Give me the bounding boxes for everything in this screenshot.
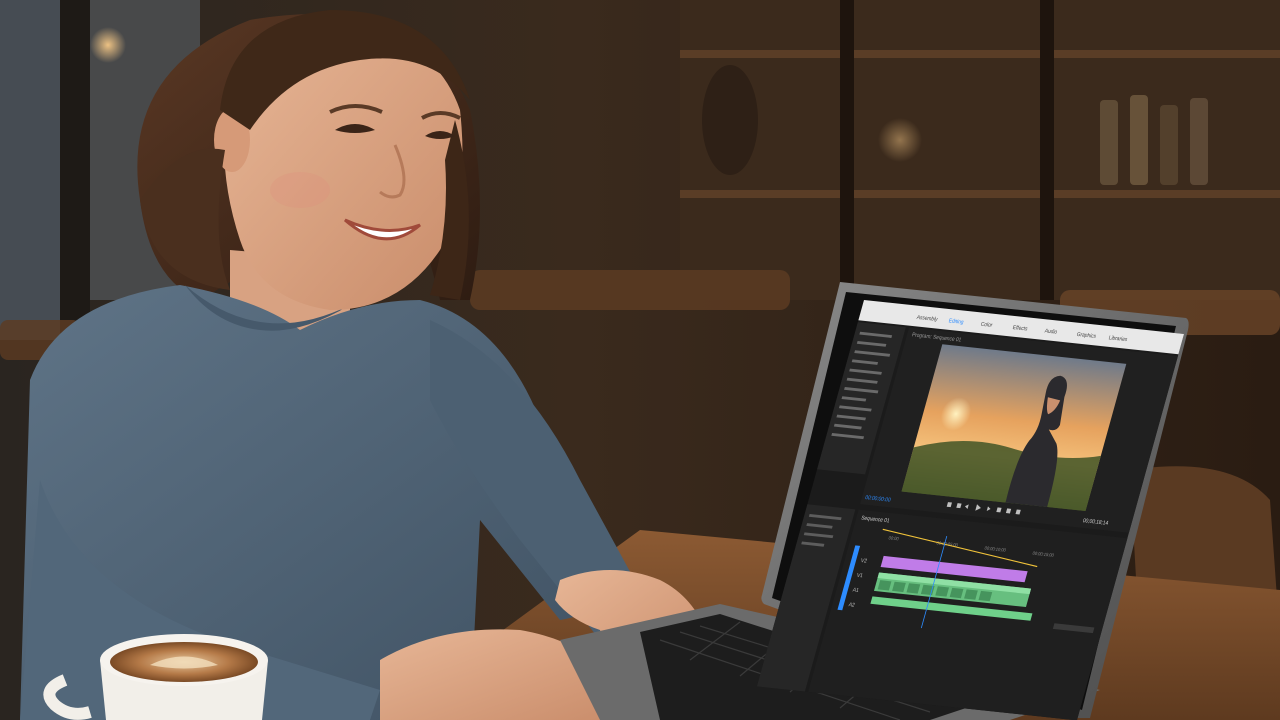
timeline-panel [808,509,1128,720]
back-table [470,270,790,310]
menu-item-color[interactable]: Color [980,321,993,328]
shelf-post [840,0,854,300]
shelf-2 [680,190,1280,198]
photo-scene: Assembly Editing Color Effects Audio Graphics… [0,0,1280,720]
bokeh-light [878,118,922,162]
cheek [270,172,330,208]
menu-item-audio[interactable]: Audio [1044,328,1058,336]
shelf-post-2 [1040,0,1054,300]
bokeh-light [90,27,126,63]
timeline-tick-label: 00:00 [888,535,900,541]
scene-svg: Assembly Editing Color Effects Audio Graphics… [0,0,1280,720]
window-left [0,0,60,340]
window-frame [60,0,90,320]
shelf-1 [680,50,1280,58]
